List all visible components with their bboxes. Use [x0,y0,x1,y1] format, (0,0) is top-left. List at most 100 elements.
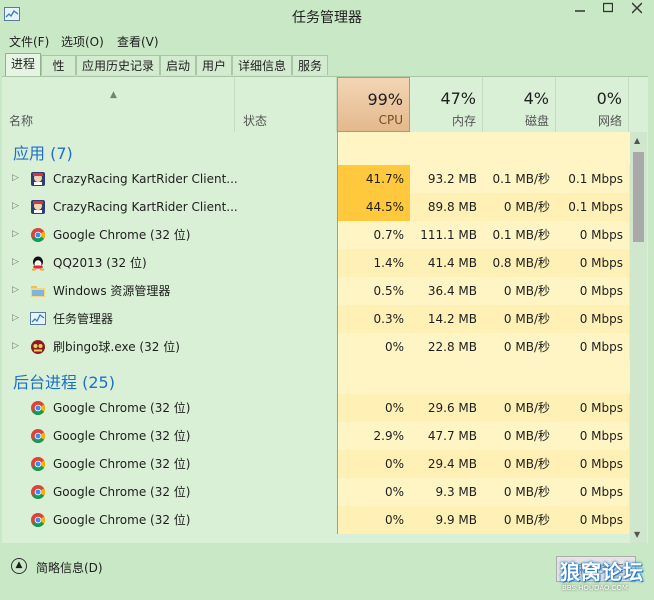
disk-total-percent: 4% [523,89,549,108]
process-row[interactable]: ▷ 任务管理器 0.3% 14.2 MB 0 MB/秒 0 Mbps [2,305,630,333]
cpu-value: 0% [337,506,410,534]
memory-value: 47.7 MB [410,422,483,450]
process-row[interactable]: ▷ QQ2013 (32 位) 1.4% 41.4 MB 0.8 MB/秒 0 Mbps [2,249,630,277]
maximize-button[interactable] [594,0,622,22]
cpu-value: 0.5% [337,277,410,305]
title-bar: 任务管理器 [0,0,654,30]
memory-value: 14.2 MB [410,305,483,333]
process-name: Windows 资源管理器 [53,284,171,298]
chrome-icon [30,428,46,444]
chrome-icon [30,456,46,472]
process-row[interactable]: Google Chrome (32 位) 2.9% 47.7 MB 0 MB/秒 0 M… [2,422,630,450]
disk-value: 0 MB/秒 [483,193,556,221]
process-name: Google Chrome (32 位) [53,401,191,415]
cpu-value: 0% [337,450,410,478]
scrollbar-thumb[interactable] [633,152,644,242]
expand-arrow-icon[interactable]: ▷ [12,201,19,211]
disk-value: 0 MB/秒 [483,277,556,305]
process-panel: ▲ 名称 状态 99% CPU 47% 内存 4% 磁盘 0% 网络 应用 (7… [2,76,648,543]
process-name: 任务管理器 [53,312,114,326]
process-row[interactable]: ▷ Windows 资源管理器 0.5% 36.4 MB 0 MB/秒 0 Mbps [2,277,630,305]
memory-value: 9.9 MB [410,506,483,534]
tab-performance[interactable]: 性能 [41,55,76,93]
cpu-value: 41.7% [337,165,410,193]
expand-arrow-icon[interactable]: ▷ [12,257,19,267]
collapse-chevron-icon[interactable]: ▲ [11,558,27,574]
chrome-icon [30,400,46,416]
column-header-cpu[interactable]: 99% CPU [337,77,410,132]
chrome-icon [30,484,46,500]
cpu-value: 2.9% [337,422,410,450]
network-value: 0 Mbps [556,277,629,305]
memory-value: 29.4 MB [410,450,483,478]
process-row[interactable]: Google Chrome (32 位) 0% 29.4 MB 0 MB/秒 0 Mbp… [2,450,630,478]
menu-view[interactable]: 查看(V) [117,33,159,50]
tab-app-history[interactable]: 应用历史记录 [76,55,160,75]
process-name: 刷bingo球.exe (32 位) [53,340,180,354]
process-row[interactable]: Google Chrome (32 位) 0% 9.3 MB 0 MB/秒 0 Mbps [2,478,630,506]
disk-value: 0 MB/秒 [483,422,556,450]
process-row[interactable]: Google Chrome (32 位) 0% 9.9 MB 0 MB/秒 0 Mbps [2,506,630,534]
expand-arrow-icon[interactable]: ▷ [12,285,19,295]
minimize-button[interactable] [566,0,594,22]
close-button[interactable] [622,0,652,22]
memory-value: 36.4 MB [410,277,483,305]
cpu-value: 1.4% [337,249,410,277]
group-header: 后台进程 (25) [2,361,630,394]
bingo-app-icon [30,339,46,355]
tab-processes[interactable]: 进程 [5,53,41,77]
scroll-down-icon[interactable]: ▼ [634,530,640,539]
menu-file[interactable]: 文件(F) [9,33,49,50]
fewer-details-link[interactable]: 简略信息(D) [36,559,103,576]
column-header-memory[interactable]: 47% 内存 [410,77,483,132]
process-name: Google Chrome (32 位) [53,228,191,242]
chrome-icon [30,227,46,243]
network-value: 0 Mbps [556,450,629,478]
column-header-name[interactable]: ▲ 名称 [2,77,235,132]
cpu-value: 0.3% [337,305,410,333]
scroll-up-icon[interactable]: ▲ [634,136,640,145]
process-name: Google Chrome (32 位) [53,457,191,471]
disk-value: 0 MB/秒 [483,394,556,422]
column-header-network[interactable]: 0% 网络 [556,77,629,132]
expand-arrow-icon[interactable]: ▷ [12,229,19,239]
qq-icon [30,255,46,271]
network-value: 0.1 Mbps [556,193,629,221]
expand-arrow-icon[interactable]: ▷ [12,173,19,183]
process-row[interactable]: Google Chrome (32 位) 0% 29.6 MB 0 MB/秒 0 Mbp… [2,394,630,422]
menu-options[interactable]: 选项(O) [61,33,104,50]
tab-services[interactable]: 服务 [292,55,328,75]
column-header-status[interactable]: 状态 [235,77,337,132]
memory-value: 29.6 MB [410,394,483,422]
tab-startup[interactable]: 启动 [160,55,196,75]
group-header: 应用 (7) [2,132,630,165]
network-value: 0 Mbps [556,249,629,277]
tab-users[interactable]: 用户 [196,55,232,75]
process-row[interactable]: ▷ 刷bingo球.exe (32 位) 0% 22.8 MB 0 MB/秒 0 Mbps [2,333,630,361]
disk-value: 0 MB/秒 [483,333,556,361]
network-value: 0 Mbps [556,333,629,361]
network-value: 0 Mbps [556,221,629,249]
process-row[interactable]: ▷ CrazyRacing KartRider Client... 41.7% 93.… [2,165,630,193]
process-name: Google Chrome (32 位) [53,429,191,443]
tab-details[interactable]: 详细信息 [232,55,292,75]
process-row[interactable]: ▷ Google Chrome (32 位) 0.7% 111.1 MB 0.1 MB/… [2,221,630,249]
network-value: 0 Mbps [556,478,629,506]
sort-up-icon: ▲ [110,90,117,100]
memory-value: 22.8 MB [410,333,483,361]
network-value: 0 Mbps [556,305,629,333]
menu-bar: 文件(F) 选项(O) 查看(V) [0,31,654,51]
vertical-scrollbar[interactable]: ▲ ▼ [630,132,647,543]
network-value: 0 Mbps [556,506,629,534]
cpu-value: 44.5% [337,193,410,221]
cpu-value: 0.7% [337,221,410,249]
watermark: 狼窝论坛 BBS.HOUDAO.COM [560,552,654,592]
memory-value: 93.2 MB [410,165,483,193]
column-header-disk[interactable]: 4% 磁盘 [483,77,556,132]
expand-arrow-icon[interactable]: ▷ [12,313,19,323]
process-name: CrazyRacing KartRider Client... [53,172,238,186]
memory-value: 89.8 MB [410,193,483,221]
process-row[interactable]: ▷ CrazyRacing KartRider Client... 44.5% 89.… [2,193,630,221]
group-title: 后台进程 (25) [13,373,115,392]
expand-arrow-icon[interactable]: ▷ [12,341,19,351]
